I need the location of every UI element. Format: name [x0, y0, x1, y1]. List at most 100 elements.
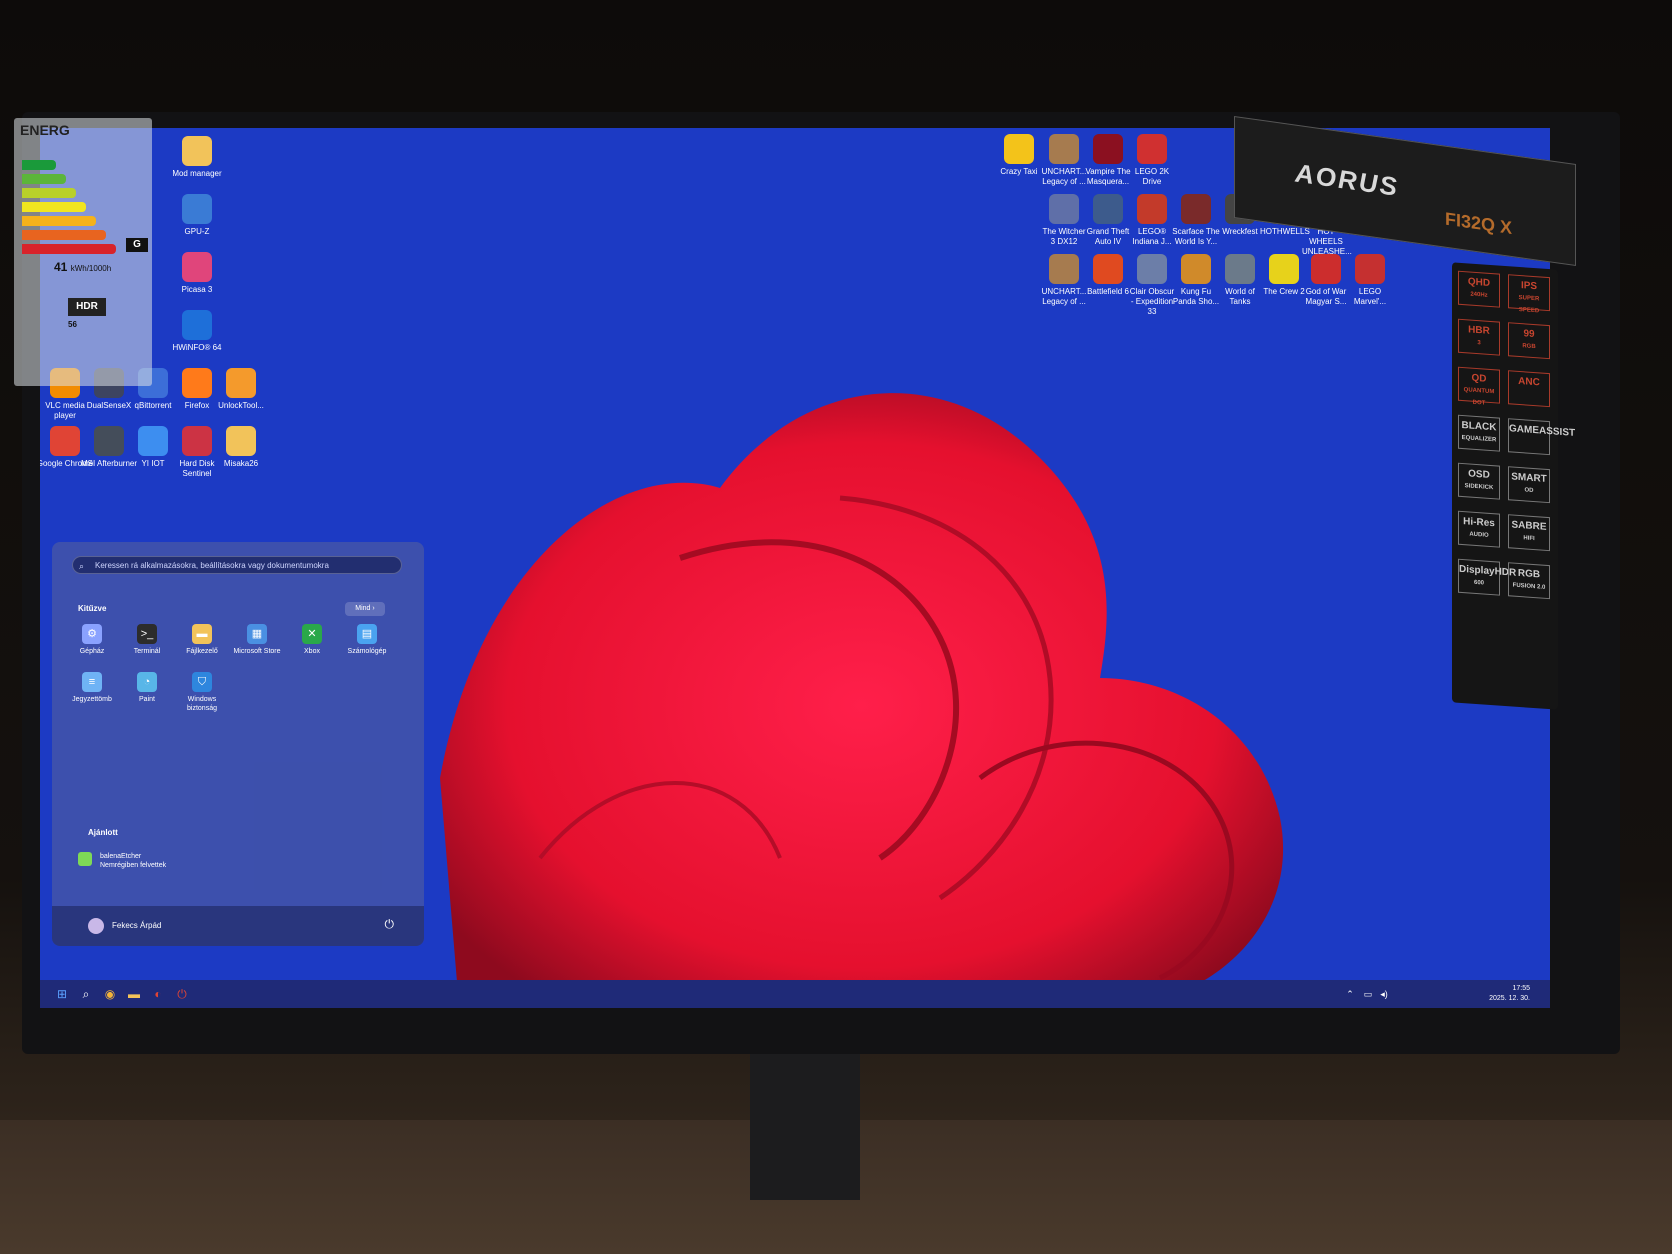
game-icon: [1093, 194, 1123, 224]
avatar[interactable]: [88, 918, 104, 934]
desktop-game-label: LEGO Marvel'...: [1353, 287, 1387, 306]
desktop-game-icon[interactable]: Grand Theft Auto IV: [1084, 194, 1132, 247]
desktop-icon-folder-icon[interactable]: Mod manager: [168, 136, 226, 179]
spec-line1: GAMEASSIST: [1509, 423, 1576, 439]
desktop-icon-label: GPU-Z: [184, 227, 210, 236]
desktop-icon-gpuz-icon[interactable]: GPU-Z: [168, 194, 226, 237]
desktop-game-icon[interactable]: LEGO 2K Drive: [1128, 134, 1176, 187]
energy-label-sticker: ENERG G 41 kWh/1000h HDR 56: [14, 118, 152, 386]
folder-icon: ▬: [192, 624, 212, 644]
desktop-game-icon[interactable]: World of Tanks: [1216, 254, 1264, 307]
game-icon: [1049, 254, 1079, 284]
shield-icon: ⛉: [192, 672, 212, 692]
clock-time: 17:55: [1512, 985, 1530, 992]
energy-class-badge: G: [126, 238, 148, 252]
pinned-folder[interactable]: ▬ Fájlkezelő: [174, 624, 230, 656]
all-apps-button[interactable]: Mind ›: [345, 602, 385, 616]
taskbar-search-icon[interactable]: ⌕: [76, 984, 96, 1004]
desktop-game-label: HOTHWELLS: [1260, 227, 1310, 236]
energy-bar-c: [22, 188, 76, 198]
desktop-game-icon[interactable]: LEGO® Indiana J...: [1128, 194, 1176, 247]
pinned-label: Fájlkezelő: [186, 648, 218, 655]
desktop-game-icon[interactable]: UNCHART... Legacy of ...: [1040, 134, 1088, 187]
aorus-model: FI32Q X: [1445, 208, 1513, 239]
energy-title: ENERG: [20, 122, 70, 138]
pinned-paint[interactable]: ◔ Paint: [119, 672, 175, 704]
desktop-game-icon[interactable]: Clair Obscur - Expedition 33: [1128, 254, 1176, 317]
desktop-icon-folder-icon[interactable]: Misaka26: [212, 426, 270, 469]
energy-bar-a: [22, 160, 56, 170]
desktop-icon-unlocktool-icon[interactable]: UnlockTool...: [212, 368, 270, 411]
desktop-game-label: Kung Fu Panda Sho...: [1172, 287, 1220, 306]
game-icon: [1269, 254, 1299, 284]
game-icon: [1355, 254, 1385, 284]
desktop-game-label: Vampire The Masquera...: [1085, 167, 1131, 186]
taskbar-chrome-icon[interactable]: ◉: [100, 984, 120, 1004]
picasa-icon: [182, 252, 212, 282]
spec-badge: QHD 240Hz: [1458, 270, 1500, 308]
taskbar-power-app-icon[interactable]: ⏻: [172, 984, 192, 1004]
hwinfo-icon: [182, 310, 212, 340]
spec-badge: IPS SUPER SPEED: [1508, 274, 1550, 314]
harddisk-icon: [182, 426, 212, 456]
desktop-game-icon[interactable]: Scarface The World Is Y...: [1172, 194, 1220, 247]
desktop-game-icon[interactable]: Battlefield 6: [1084, 254, 1132, 297]
spec-badge: RGB FUSION 2.0: [1508, 562, 1550, 600]
taskbar-file-explorer-icon[interactable]: ▬: [124, 984, 144, 1004]
spec-badge: SABRE HIFI: [1508, 514, 1550, 552]
start-button[interactable]: ⊞: [52, 984, 72, 1004]
desktop-game-icon[interactable]: The Witcher 3 DX12: [1040, 194, 1088, 247]
taskbar-app-icon[interactable]: ◐: [148, 984, 168, 1004]
game-icon: [1137, 254, 1167, 284]
pinned-notepad[interactable]: ≡ Jegyzettömb: [64, 672, 120, 704]
power-icon[interactable]: ⏻: [385, 917, 395, 932]
folder-icon: [226, 426, 256, 456]
desktop-game-icon[interactable]: God of War Magyar S...: [1302, 254, 1350, 307]
desktop-icon-picasa-icon[interactable]: Picasa 3: [168, 252, 226, 295]
pinned-label: Windows biztonság: [187, 696, 217, 712]
game-icon: [1049, 194, 1079, 224]
desktop-game-icon[interactable]: Vampire The Masquera...: [1084, 134, 1132, 187]
spec-badge: QD QUANTUM DOT: [1458, 366, 1500, 407]
aorus-logo: AORUS: [1295, 157, 1399, 203]
tray-chevron-icon[interactable]: ⌃: [1340, 984, 1360, 1004]
recommended-item[interactable]: balenaEtcher Nemrégiben felvettek: [78, 852, 166, 870]
spec-line2: RGB: [1522, 343, 1536, 351]
start-search-input[interactable]: ⌕ Keressen rá alkalmazásokra, beállításo…: [72, 556, 402, 574]
energy-hdr-kwh: 56: [68, 320, 77, 329]
pinned-label: Microsoft Store: [233, 648, 281, 655]
desktop-icon-hwinfo-icon[interactable]: HWiNFO® 64: [168, 310, 226, 353]
desktop-game-icon[interactable]: LEGO Marvel'...: [1346, 254, 1394, 307]
pinned-settings[interactable]: ⚙ Gépház: [64, 624, 120, 656]
pinned-label: Paint: [139, 696, 155, 703]
desktop-game-icon[interactable]: Kung Fu Panda Sho...: [1172, 254, 1220, 307]
taskbar-clock[interactable]: 17:55 2025. 12. 30.: [1489, 984, 1530, 1004]
desktop-game-label: The Witcher 3 DX12: [1042, 227, 1086, 246]
unlocktool-icon: [226, 368, 256, 398]
desktop-game-icon[interactable]: The Crew 2: [1260, 254, 1308, 297]
desktop-game-icon[interactable]: UNCHART... Legacy of ...: [1040, 254, 1088, 307]
user-name[interactable]: Fekecs Árpád: [112, 921, 161, 930]
spec-line2: 3: [1477, 340, 1481, 347]
pinned-terminal[interactable]: >_ Terminál: [119, 624, 175, 656]
spec-line1: ANC: [1518, 375, 1540, 389]
pinned-shield[interactable]: ⛉ Windows biztonság: [174, 672, 230, 713]
pinned-label: Terminál: [133, 648, 161, 655]
desktop-game-label: Grand Theft Auto IV: [1086, 227, 1130, 246]
energy-bar-f: [22, 230, 106, 240]
game-icon: [1137, 134, 1167, 164]
taskbar: ⊞ ⌕ ◉ ▬ ◐ ⏻ ⌃ ▭ ◂) 17:55 2025. 12. 30.: [40, 980, 1550, 1008]
game-icon: [1311, 254, 1341, 284]
balena-icon: [78, 852, 92, 866]
energy-bar-g: [22, 244, 116, 254]
pinned-xbox[interactable]: ✕ Xbox: [284, 624, 340, 656]
pinned-store[interactable]: ▦ Microsoft Store: [229, 624, 285, 656]
desktop-game-label: UNCHART... Legacy of ...: [1041, 287, 1087, 306]
terminal-icon: >_: [137, 624, 157, 644]
game-icon: [1093, 254, 1123, 284]
desktop-game-icon[interactable]: Crazy Taxi: [995, 134, 1043, 177]
pinned-label: Számológép: [347, 648, 387, 655]
pinned-calculator[interactable]: ▤ Számológép: [339, 624, 395, 656]
volume-icon[interactable]: ◂): [1374, 984, 1394, 1004]
game-icon: [1049, 134, 1079, 164]
